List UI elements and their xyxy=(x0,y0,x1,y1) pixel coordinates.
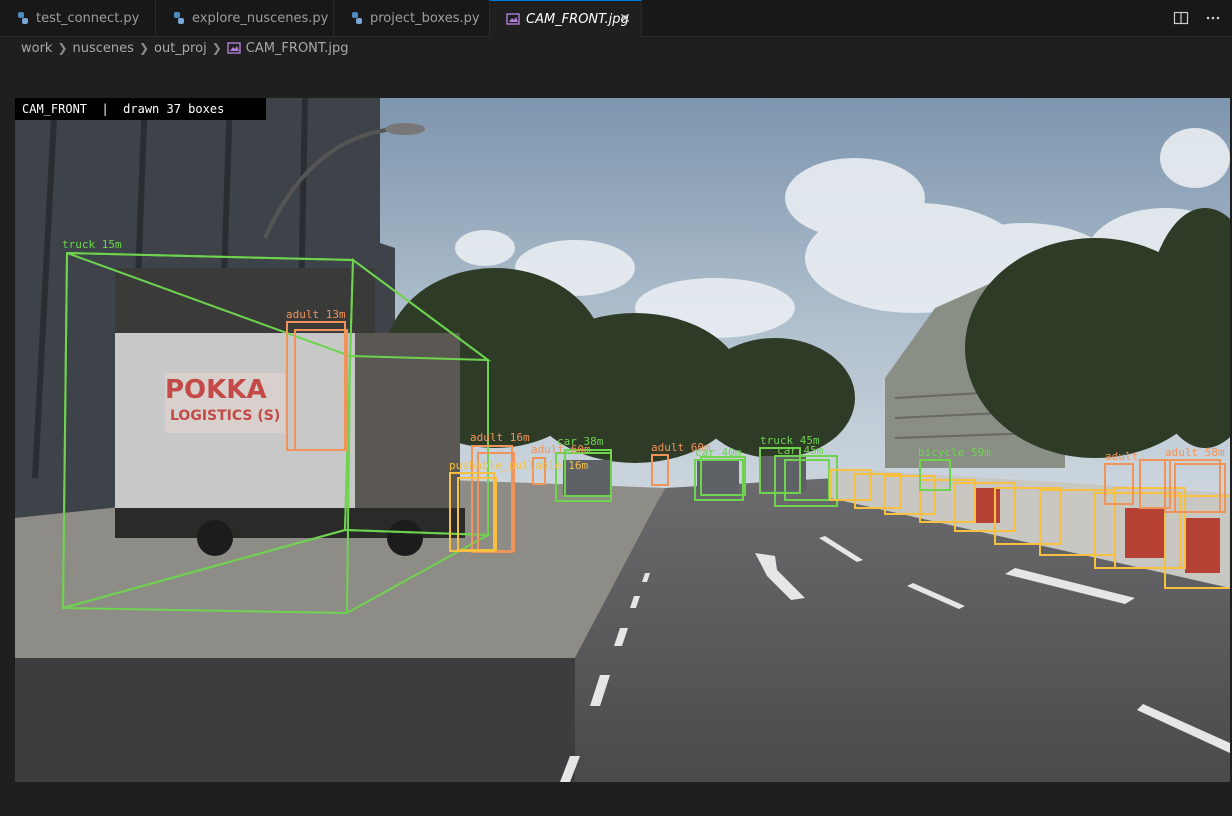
svg-text:POKKA: POKKA xyxy=(165,375,267,405)
chevron-right-icon: ❯ xyxy=(211,41,222,55)
chevron-right-icon: ❯ xyxy=(57,41,68,55)
image-header-text: CAM_FRONT | drawn 37 boxes xyxy=(22,102,224,116)
label-bicycle-59m: bicycle 59m xyxy=(918,446,991,459)
more-actions-icon[interactable] xyxy=(1204,9,1222,27)
label-truck-15m: truck 15m xyxy=(62,238,122,251)
label-pushable-16m: pushable_pullable 16m xyxy=(449,459,588,472)
tab-explore-nuscenes[interactable]: explore_nuscenes.py xyxy=(156,0,334,36)
lamp-head xyxy=(385,123,425,135)
breadcrumb-file[interactable]: CAM_FRONT.jpg xyxy=(246,41,349,56)
image-file-icon xyxy=(506,12,520,26)
label-adult-58m: adult 58m xyxy=(1165,446,1225,459)
label-adult-right: adult xyxy=(1105,450,1138,463)
python-file-icon xyxy=(16,11,30,25)
tab-test-connect[interactable]: test_connect.py xyxy=(0,0,156,36)
svg-text:LOGISTICS (S): LOGISTICS (S) xyxy=(170,408,280,424)
split-editor-icon[interactable] xyxy=(1172,9,1190,27)
label-adult-13m: adult 13m xyxy=(286,308,346,321)
breadcrumb: work ❯ nuscenes ❯ out_proj ❯ CAM_FRONT.j… xyxy=(0,37,1232,59)
label-adult-60m-a: adult 60m xyxy=(531,443,591,456)
breadcrumb-work[interactable]: work xyxy=(21,41,52,56)
camera-image: POKKA LOGISTICS (S) truck 15m adult 13m … xyxy=(15,98,1230,782)
image-file-icon xyxy=(227,41,241,55)
label-car-45m: car 45m xyxy=(777,444,824,457)
label-car-40m: car 40m xyxy=(695,446,742,459)
tab-project-boxes[interactable]: project_boxes.py xyxy=(334,0,490,36)
label-adult-16m: adult 16m xyxy=(470,431,530,444)
tab-cam-front[interactable]: CAM_FRONT.jpg ✕ xyxy=(490,0,642,37)
road-shadow xyxy=(15,658,575,782)
breadcrumb-out-proj[interactable]: out_proj xyxy=(154,41,207,56)
python-file-icon xyxy=(172,11,186,25)
editor-actions xyxy=(1172,9,1222,27)
close-icon[interactable]: ✕ xyxy=(617,11,633,27)
chevron-right-icon: ❯ xyxy=(138,41,150,55)
tab-bar: test_connect.py explore_nuscenes.py proj… xyxy=(0,0,1232,37)
breadcrumb-nuscenes[interactable]: nuscenes xyxy=(73,41,134,56)
python-file-icon xyxy=(350,11,364,25)
